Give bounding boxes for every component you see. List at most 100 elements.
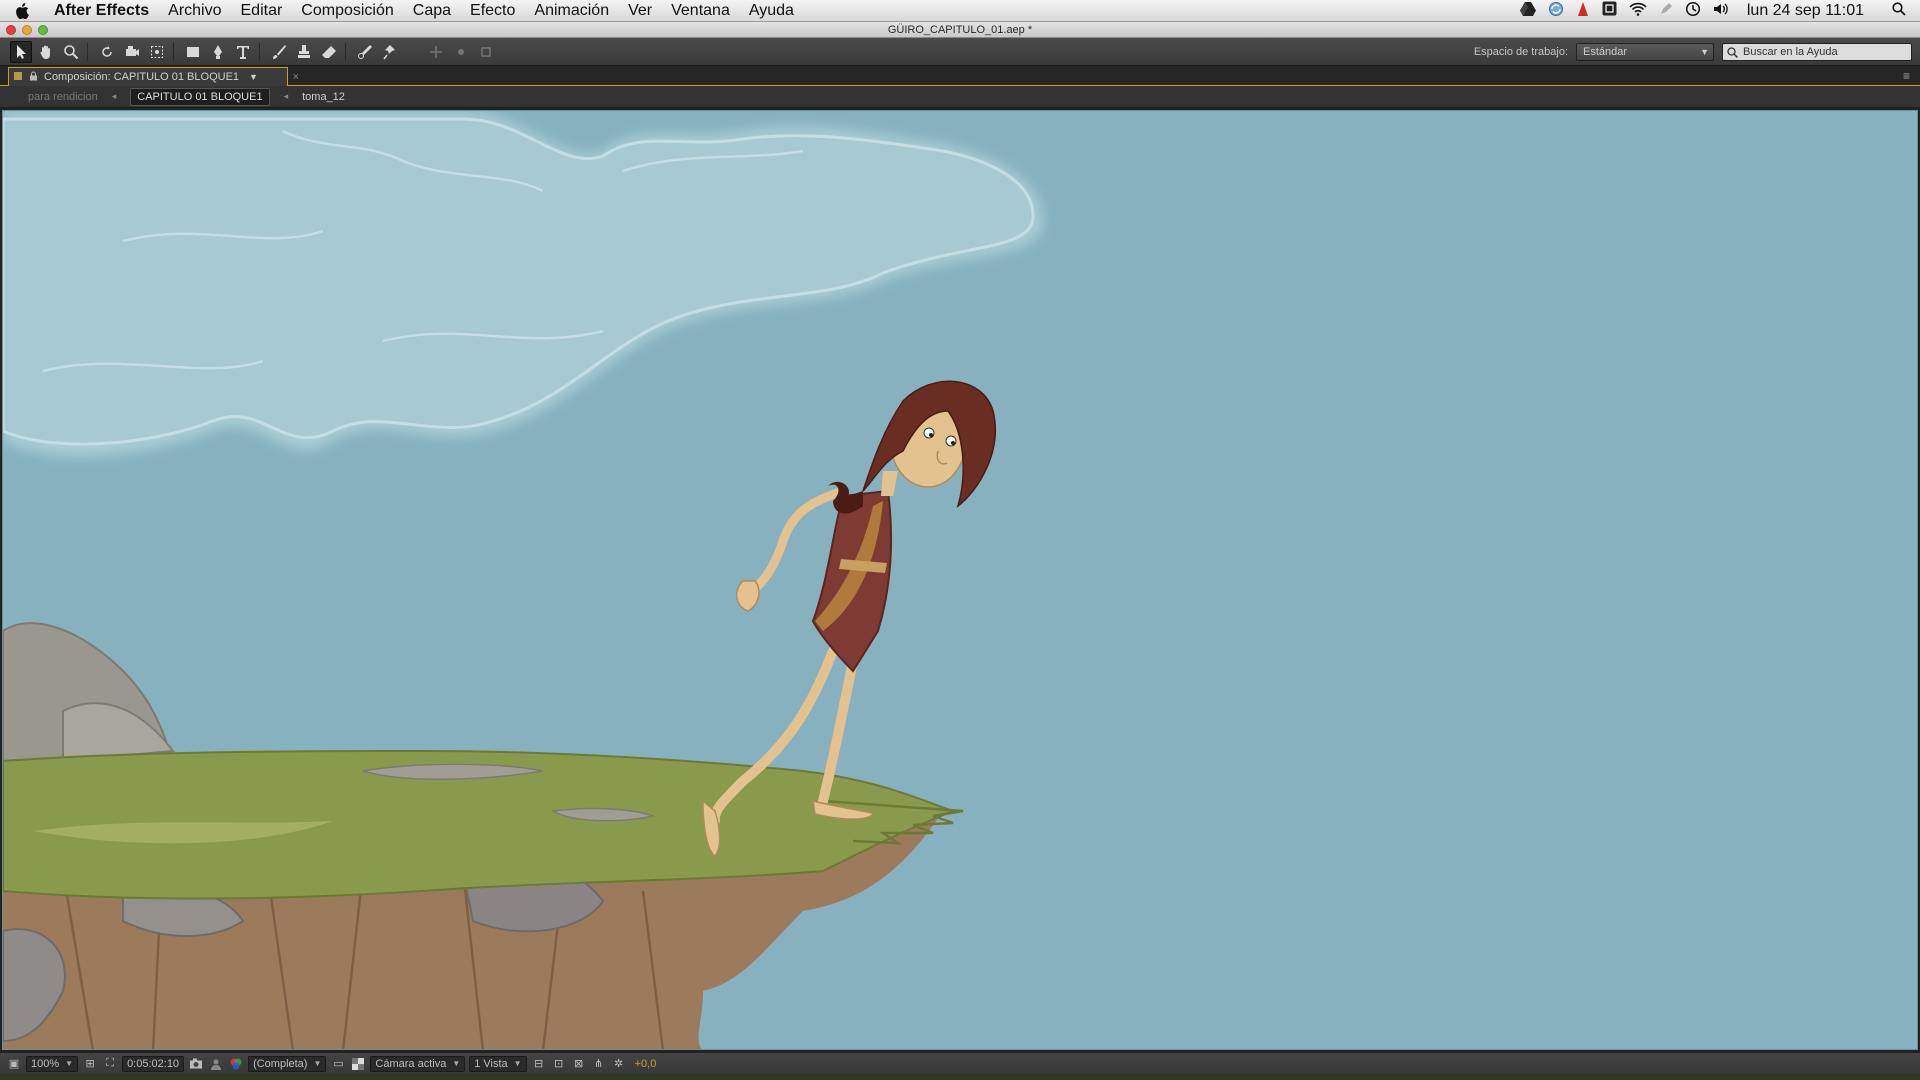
tools-toolbar: Espacio de trabajo: Estándar ▼ Buscar en… [0,38,1920,66]
composition-tab-label: Composición: CAPITULO 01 BLOQUE1 [44,71,240,83]
brush-tool-icon[interactable] [268,41,290,63]
breadcrumb-arrow-icon: ◂ [111,91,117,101]
menu-archivo[interactable]: Archivo [168,2,221,20]
pen-status-icon[interactable] [1659,2,1673,21]
breadcrumb-parent[interactable]: para rendicion [28,91,98,103]
search-icon [1727,46,1738,58]
workspace-select[interactable]: Estándar ▼ [1576,43,1714,61]
workspace-label: Espacio de trabajo: [1473,46,1568,58]
window-zoom-button[interactable] [38,25,48,35]
app-name-menu[interactable]: After Effects [54,2,149,20]
acrobat-icon[interactable] [1576,1,1590,22]
chevron-down-icon: ▼ [452,1058,461,1068]
pan-behind-tool-icon[interactable] [146,41,168,63]
breadcrumb-child[interactable]: toma_12 [302,91,345,103]
view-layout-value: 1 Vista [474,1057,508,1070]
clone-stamp-tool-icon[interactable] [293,41,315,63]
resolution-select[interactable]: (Completa) ▼ [248,1055,327,1072]
chevron-down-icon[interactable]: ▼ [249,72,258,82]
axis-mode-world-icon[interactable] [450,41,472,63]
window-title: GÜIRO_CAPITULO_01.aep * [887,24,1033,36]
menu-ver[interactable]: Ver [628,2,652,20]
current-time-value: 0:05:02:10 [127,1057,180,1070]
menu-efecto[interactable]: Efecto [470,2,515,20]
toolbar-separator [345,42,346,61]
type-tool-icon[interactable] [232,41,254,63]
zoom-tool-icon[interactable] [60,41,82,63]
exposure-reset-icon[interactable]: ✲ [611,1056,627,1072]
fast-previews-icon[interactable]: ⊡ [551,1056,567,1072]
panel-grip-icon[interactable] [13,71,23,84]
wifi-icon[interactable] [1629,2,1647,21]
rotate-tool-icon[interactable] [96,41,118,63]
selection-tool-icon[interactable] [10,40,32,63]
window-title-bar: GÜIRO_CAPITULO_01.aep * [0,22,1920,38]
menu-ventana[interactable]: Ventana [671,2,730,20]
menu-composicion[interactable]: Composición [301,2,393,20]
resolution-value: (Completa) [253,1057,308,1070]
current-time-field[interactable]: 0:05:02:10 [122,1055,185,1072]
app-status-icon[interactable] [1602,1,1617,21]
chevron-down-icon: ▼ [1700,47,1709,57]
apple-menu-icon[interactable] [0,2,46,19]
help-search-input[interactable]: Buscar en la Ayuda [1722,43,1912,61]
viewer-controls-bar: ▣ 100% ▼ ⊞ ⛶ 0:05:02:10 (Completa) ▼ ▭ C… [0,1052,1920,1074]
menu-bar: After Effects Archivo Editar Composición… [0,0,1920,22]
rectangle-tool-icon[interactable] [182,41,204,63]
help-search-placeholder: Buscar en la Ayuda [1743,46,1838,58]
breadcrumb-arrow-icon: ◂ [283,91,289,101]
eraser-tool-icon[interactable] [318,41,340,63]
camera-orbit-tool-icon[interactable] [121,41,143,63]
active-camera-value: Cámara activa [375,1057,447,1070]
always-preview-icon[interactable]: ▣ [6,1056,22,1072]
pen-tool-icon[interactable] [207,41,229,63]
lock-icon[interactable] [29,71,38,84]
window-close-button[interactable] [6,25,16,35]
chevron-down-icon: ▼ [65,1058,74,1068]
chevron-down-icon: ▼ [313,1058,322,1068]
chevron-down-icon: ▼ [513,1058,522,1068]
axis-mode-view-icon[interactable] [475,41,497,63]
sync-icon[interactable] [1548,1,1564,22]
timeline-icon[interactable]: ⊠ [571,1056,587,1072]
magnification-value: 100% [31,1057,60,1070]
exposure-value[interactable]: +0,0 [635,1058,657,1070]
hand-tool-icon[interactable] [35,41,57,63]
window-minimize-button[interactable] [22,25,32,35]
view-layout-select[interactable]: 1 Vista ▼ [469,1055,527,1072]
snapshot-camera-icon[interactable] [188,1056,204,1072]
mask-path-visibility-icon[interactable]: ⛶ [102,1056,118,1072]
toolbar-separator [87,42,88,61]
composition-tab[interactable]: Composición: CAPITULO 01 BLOQUE1 ▼ × [8,67,299,86]
close-tab-icon[interactable]: × [293,71,299,83]
transparency-grid-icon[interactable] [350,1056,366,1072]
time-machine-icon[interactable] [1685,1,1701,22]
region-of-interest-icon[interactable]: ▭ [330,1056,346,1072]
menu-animacion[interactable]: Animación [534,2,609,20]
pixel-aspect-correction-icon[interactable]: ⊟ [531,1056,547,1072]
composition-viewer[interactable] [2,110,1918,1050]
menu-capa[interactable]: Capa [413,2,451,20]
breadcrumb-current[interactable]: CAPITULO 01 BLOQUE1 [130,87,270,106]
safe-margins-icon[interactable]: ⊞ [82,1056,98,1072]
panel-menu-icon[interactable]: ≡ [1903,69,1910,83]
workspace-value: Estándar [1583,46,1628,58]
color-channels-icon[interactable] [228,1056,244,1072]
axis-mode-local-icon[interactable] [425,41,447,63]
toolbar-separator [259,42,260,61]
toolbar-separator [173,42,174,61]
active-camera-select[interactable]: Cámara activa ▼ [370,1055,466,1072]
menu-ayuda[interactable]: Ayuda [749,2,794,20]
menubar-clock[interactable]: lun 24 sep 11:01 [1747,2,1864,20]
menu-editar[interactable]: Editar [241,2,283,20]
roto-brush-tool-icon[interactable] [354,41,376,63]
magnification-select[interactable]: 100% ▼ [26,1055,79,1072]
flowchart-icon[interactable]: ⋔ [591,1056,607,1072]
composition-breadcrumb: para rendicion ◂ CAPITULO 01 BLOQUE1 ◂ t… [0,86,1920,108]
show-snapshot-icon[interactable] [208,1056,224,1072]
puppet-pin-tool-icon[interactable] [379,41,401,63]
volume-icon[interactable] [1713,2,1729,21]
composition-frame-artwork [3,111,1917,1049]
spotlight-search-icon[interactable] [1892,1,1906,21]
google-drive-icon[interactable] [1519,1,1536,21]
